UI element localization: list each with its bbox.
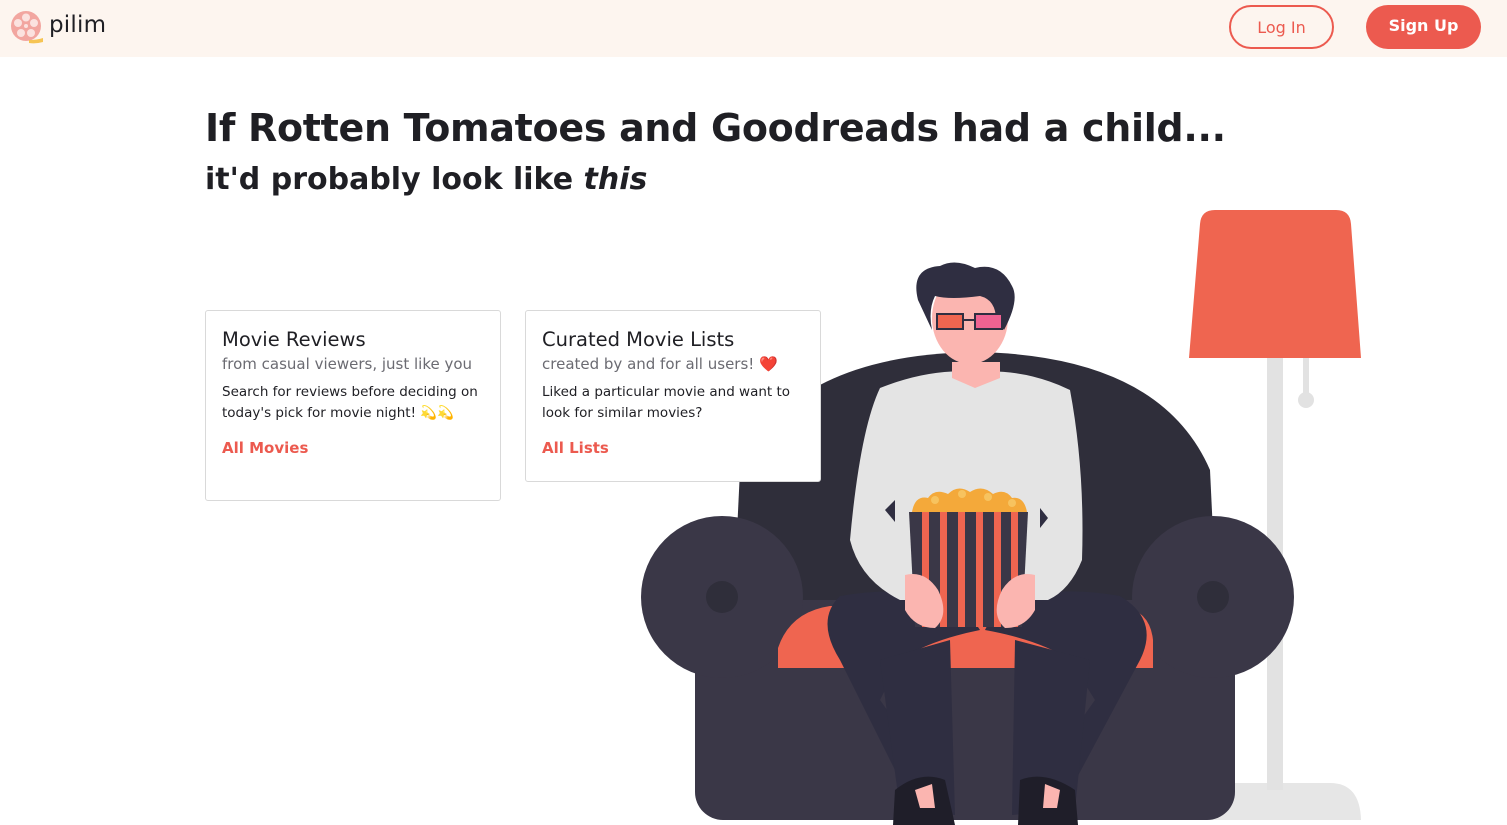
card-title: Movie Reviews: [222, 328, 366, 351]
curated-lists-card: Curated Movie Lists created by and for a…: [525, 310, 821, 482]
hero-subtitle-text: it'd probably look like: [205, 162, 584, 197]
all-lists-link[interactable]: All Lists: [542, 439, 609, 457]
card-title: Curated Movie Lists: [542, 328, 735, 351]
hero-subtitle: it'd probably look like this: [205, 162, 647, 197]
movie-reviews-card: Movie Reviews from casual viewers, just …: [205, 310, 501, 501]
hero-title: If Rotten Tomatoes and Goodreads had a c…: [205, 106, 1226, 150]
all-movies-link[interactable]: All Movies: [222, 439, 308, 457]
card-subtitle: created by and for all users! ❤️: [542, 355, 778, 373]
hero-subtitle-emphasis: this: [583, 162, 648, 197]
card-text: Search for reviews before deciding on to…: [222, 384, 478, 421]
card-subtitle: from casual viewers, just like you: [222, 355, 473, 373]
card-text: Liked a particular movie and want to loo…: [542, 384, 791, 421]
